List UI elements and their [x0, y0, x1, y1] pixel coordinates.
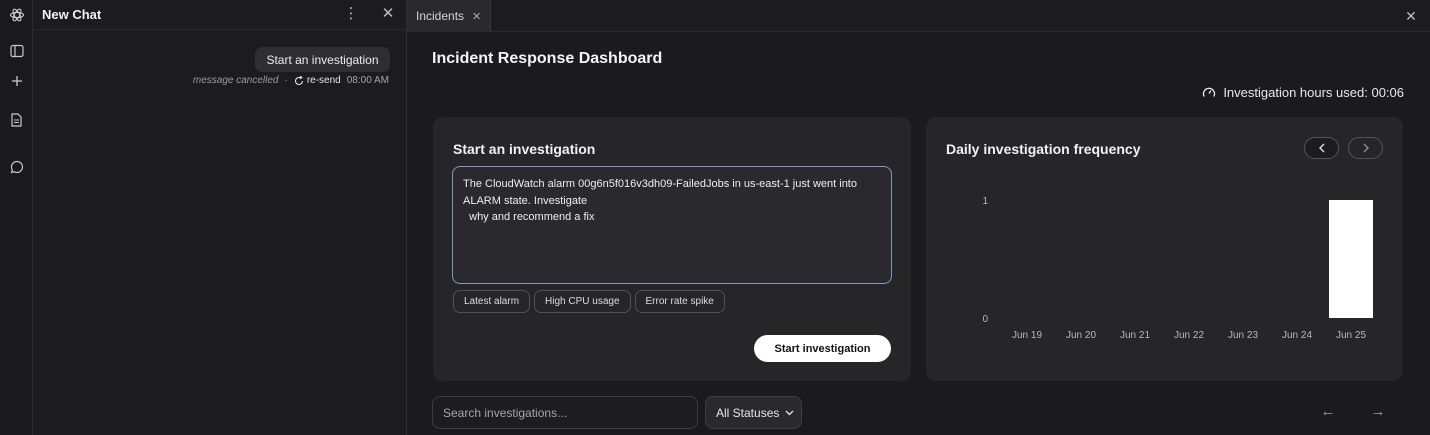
chip-high-cpu[interactable]: High CPU usage	[534, 290, 631, 313]
meta-separator: ·	[284, 75, 288, 86]
user-message-bubble: Start an investigation	[255, 47, 390, 72]
refresh-icon	[294, 75, 303, 85]
frequency-bar-chart: 0 1 Jun 19 Jun 20 Jun 21 Jun 22 Jun 23 Jun 24 Ju…	[982, 196, 1373, 341]
investigation-hours: Investigation hours used: 00:06	[1202, 85, 1404, 100]
x-tick-label: Jun 19	[1012, 330, 1042, 341]
tab-label: Incidents	[416, 9, 465, 23]
y-tick-label: 1	[982, 196, 988, 207]
chip-latest-alarm[interactable]: Latest alarm	[453, 290, 531, 313]
icon-rail	[0, 0, 33, 435]
tab-incidents[interactable]: Incidents ✕	[407, 0, 491, 32]
suggestion-chips: Latest alarm High CPU usage Error rate s…	[453, 290, 725, 313]
more-options-icon[interactable]: ⋮	[343, 5, 359, 23]
chart-bar	[1329, 200, 1373, 318]
message-meta: message cancelled · re-send 08:00 AM	[193, 75, 389, 86]
resend-button[interactable]: re-send	[294, 75, 341, 86]
x-tick-label: Jun 22	[1174, 330, 1204, 341]
message-time: 08:00 AM	[346, 75, 389, 86]
status-filter-select[interactable]: All Statuses	[705, 396, 802, 429]
tab-bar: Incidents ✕ ✕	[407, 0, 1430, 32]
document-icon[interactable]	[4, 107, 29, 132]
logo-icon[interactable]	[4, 2, 29, 27]
frequency-chart-card: Daily investigation frequency 0 1 Jun 19 Ju…	[926, 117, 1403, 381]
x-tick-label: Jun 25	[1336, 330, 1366, 341]
hours-label: Investigation hours used: 00:06	[1223, 85, 1404, 100]
status-filter-value: All Statuses	[716, 405, 780, 420]
page-next-arrow-icon[interactable]: →	[1368, 402, 1388, 422]
chat-title: New Chat	[42, 7, 102, 22]
message-status: message cancelled	[192, 75, 279, 86]
gauge-icon	[1203, 87, 1216, 97]
start-investigation-title: Start an investigation	[453, 141, 596, 157]
x-tick-label: Jun 20	[1066, 330, 1096, 341]
panel-toggle-icon[interactable]	[4, 38, 29, 63]
start-investigation-button[interactable]: Start investigation	[754, 335, 891, 362]
resend-label: re-send	[306, 75, 341, 86]
chat-bubble-icon[interactable]	[4, 154, 29, 179]
start-investigation-card: Start an investigation The CloudWatch al…	[433, 117, 911, 381]
chevron-down-icon	[785, 410, 794, 415]
close-tab-icon[interactable]: ✕	[472, 10, 481, 23]
page-title: Incident Response Dashboard	[432, 50, 663, 67]
y-tick-label: 0	[982, 314, 988, 325]
page-prev-arrow-icon[interactable]: ←	[1318, 402, 1338, 422]
x-tick-label: Jun 23	[1228, 330, 1258, 341]
close-panel-icon[interactable]: ✕	[1401, 6, 1421, 26]
chat-panel: New Chat ⋮ ✕ Start an investigation mess…	[33, 0, 407, 435]
investigation-prompt-input[interactable]: The CloudWatch alarm 00g6n5f016v3dh09-Fa…	[452, 166, 892, 284]
chat-header: New Chat ⋮ ✕	[33, 0, 407, 30]
search-investigations-input[interactable]: Search investigations...	[432, 396, 698, 429]
close-chat-icon[interactable]: ✕	[379, 5, 397, 23]
x-tick-label: Jun 24	[1282, 330, 1312, 341]
x-tick-label: Jun 21	[1120, 330, 1150, 341]
chip-error-rate[interactable]: Error rate spike	[634, 290, 725, 313]
plus-icon[interactable]	[4, 68, 29, 93]
